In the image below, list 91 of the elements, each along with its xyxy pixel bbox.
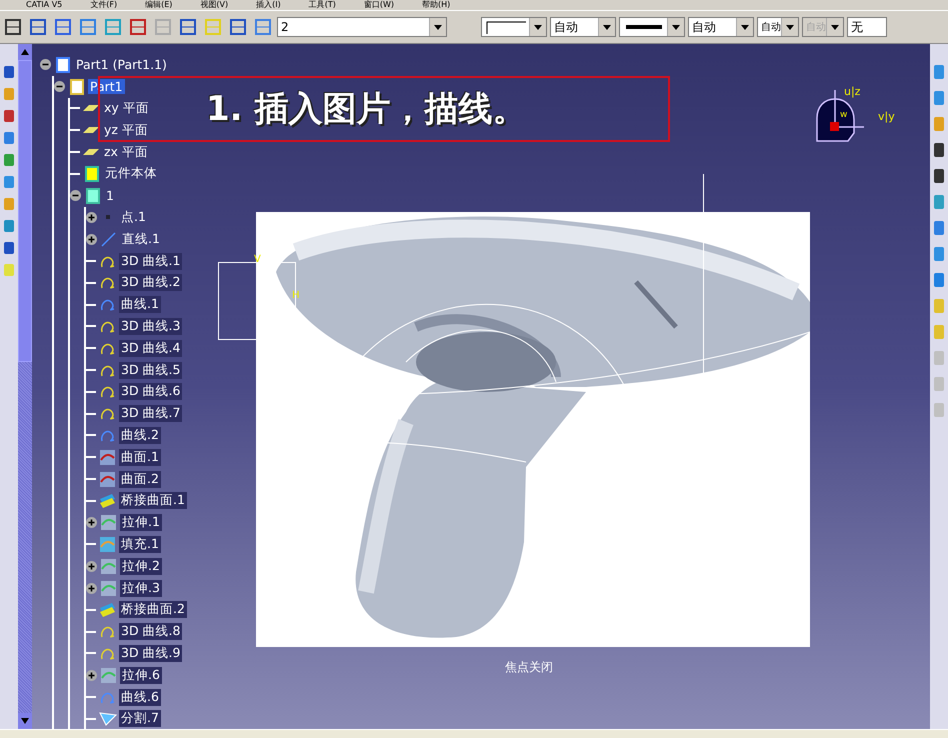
tree-item[interactable]: 拉伸.3 <box>120 580 162 597</box>
surface-icon <box>98 470 117 489</box>
compass-drawing: u|z w v|y <box>802 80 902 160</box>
material-field[interactable]: 无 <box>847 17 887 37</box>
plane-icon <box>83 127 99 134</box>
focus-label: 焦点关闭 <box>505 659 553 676</box>
line-weight-dropdown[interactable] <box>619 17 685 37</box>
tree-item[interactable]: xy 平面 <box>102 100 151 117</box>
menu-item[interactable]: 编辑(E) <box>145 0 172 10</box>
extrude-icon <box>99 513 118 532</box>
tool-icon[interactable] <box>932 166 946 186</box>
axis-label: H <box>292 290 300 301</box>
line-icon <box>99 230 118 249</box>
blend-icon <box>98 600 117 620</box>
tree-item[interactable]: 3D 曲线.7 <box>119 405 182 422</box>
tree-item[interactable]: 3D 曲线.3 <box>119 318 182 335</box>
toolbar-icon[interactable] <box>127 16 149 38</box>
tool-icon[interactable] <box>932 140 946 160</box>
tree-item[interactable]: 3D 曲线.6 <box>119 383 182 400</box>
collapse-toggle[interactable] <box>40 59 51 70</box>
annotation-text: 1. 插入图片，描线。 <box>206 88 526 131</box>
plane-icon <box>83 149 99 156</box>
tree-item[interactable]: 填充.1 <box>119 536 161 553</box>
tree-item[interactable]: 曲面.1 <box>119 448 161 466</box>
tree-item[interactable]: 分割.7 <box>119 710 161 728</box>
menu-item[interactable]: 帮助(H) <box>422 0 450 10</box>
tool-icon[interactable] <box>2 108 16 124</box>
toolbar-icon[interactable] <box>177 16 199 38</box>
expand-toggle[interactable] <box>86 560 97 572</box>
toolbar-icon[interactable] <box>52 16 74 38</box>
tree-item[interactable]: 曲面.2 <box>119 470 161 488</box>
tree-item[interactable]: 3D 曲线.9 <box>119 644 182 662</box>
part-icon <box>67 77 86 96</box>
set-icon <box>83 186 102 206</box>
line-sample-icon <box>486 20 526 34</box>
tree-item[interactable]: 直线.1 <box>120 230 162 248</box>
line-type-dropdown[interactable] <box>481 17 547 37</box>
menu-item[interactable]: 视图(V) <box>200 0 228 10</box>
tree-item[interactable]: 桥接曲面.1 <box>119 492 187 510</box>
collapse-toggle[interactable] <box>54 81 65 92</box>
expand-toggle[interactable] <box>86 212 97 223</box>
expand-toggle[interactable] <box>86 582 97 594</box>
blend-icon <box>98 491 117 510</box>
fill-icon <box>98 534 117 554</box>
tree-item[interactable]: 桥接曲面.2 <box>119 601 187 618</box>
expand-toggle[interactable] <box>86 517 97 528</box>
tree-item[interactable]: 拉伸.6 <box>120 666 162 684</box>
style-dropdown[interactable]: 自动 <box>757 17 799 37</box>
plane-icon <box>83 105 99 112</box>
tree-item[interactable]: yz 平面 <box>102 122 150 139</box>
menu-item[interactable]: 文件(F) <box>90 0 118 10</box>
color-dropdown[interactable]: 自动 <box>550 17 616 37</box>
tree-item[interactable]: 曲线.1 <box>119 296 161 314</box>
tree-item[interactable]: 点.1 <box>119 208 148 226</box>
scroll-up-icon[interactable] <box>18 44 32 60</box>
extrude-icon <box>99 666 118 685</box>
menu-item[interactable]: CATIA V5 <box>26 0 62 10</box>
menu-item[interactable]: 窗口(W) <box>364 0 394 10</box>
menu-item[interactable]: 工具(T) <box>308 0 336 10</box>
tool-icon[interactable] <box>2 64 16 80</box>
toolbar-icon[interactable] <box>227 16 249 38</box>
tree-item[interactable]: 3D 曲线.2 <box>119 274 182 292</box>
surface-icon <box>98 448 117 467</box>
tree-item[interactable]: 拉伸.1 <box>120 514 162 532</box>
tree-item[interactable]: Part1 (Part1.1) <box>74 57 169 72</box>
tree-item[interactable]: zx 平面 <box>102 144 150 161</box>
tree-item[interactable]: 曲线.2 <box>119 426 161 444</box>
toolbar-icon[interactable] <box>27 16 49 38</box>
product-icon <box>53 55 72 74</box>
tree-item[interactable]: 元件本体 <box>103 165 159 182</box>
scroll-thumb[interactable] <box>18 60 32 362</box>
tool-icon[interactable] <box>2 240 16 256</box>
tree-item[interactable]: 拉伸.2 <box>120 558 162 575</box>
menu-item[interactable]: 插入(I) <box>256 0 281 10</box>
collapse-toggle[interactable] <box>70 190 81 202</box>
tree-item[interactable]: 3D 曲线.8 <box>119 623 182 640</box>
scroll-down-icon[interactable] <box>18 713 32 729</box>
extrude-icon <box>99 578 118 598</box>
expand-toggle[interactable] <box>86 670 97 681</box>
layer-dropdown[interactable]: 2 <box>277 17 447 37</box>
tree-item[interactable]: 3D 曲线.1 <box>119 252 182 270</box>
tree-item[interactable]: 3D 曲线.4 <box>119 340 182 357</box>
expand-toggle[interactable] <box>86 234 97 245</box>
body-icon <box>82 164 101 184</box>
point-icon <box>106 215 110 220</box>
tree-item[interactable]: 曲线.6 <box>119 688 161 706</box>
tree-item[interactable]: 3D 曲线.5 <box>119 362 182 379</box>
tree-item[interactable]: 1 <box>104 188 116 204</box>
weight-dropdown[interactable]: 自动 <box>688 17 754 37</box>
toolbar-icon[interactable] <box>2 16 24 38</box>
extrude-icon <box>99 556 118 576</box>
